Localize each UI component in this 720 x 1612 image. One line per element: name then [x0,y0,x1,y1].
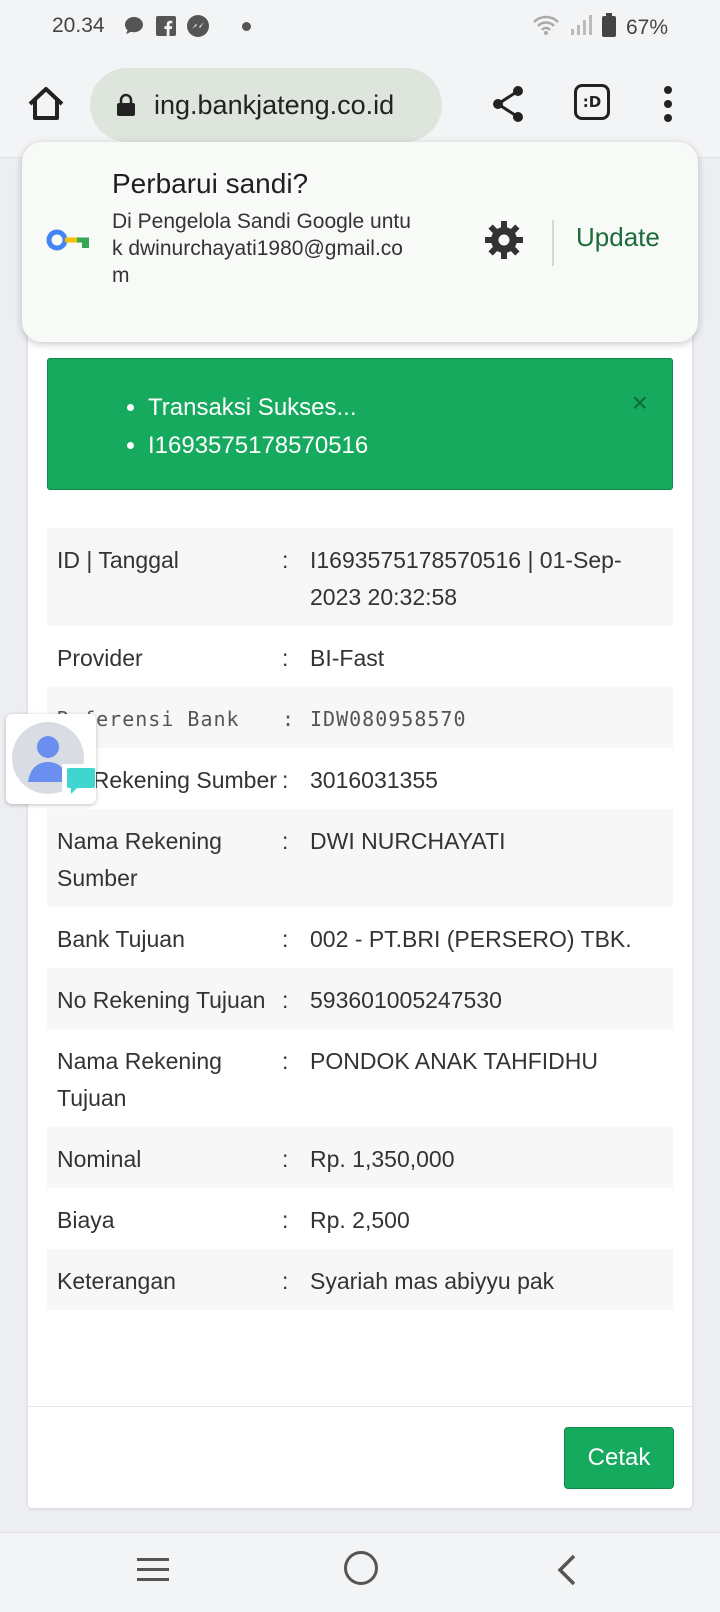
row-label: Provider [57,645,143,671]
table-row: Keterangan : Syariah mas abiyyu pak [47,1249,673,1310]
row-value: 002 - PT.BRI (PERSERO) TBK. [310,926,632,952]
row-colon: : [282,1146,289,1172]
message-icon [122,14,146,38]
prompt-description: Di Pengelola Sandi Google untuk dwinurch… [112,210,411,287]
row-label: Biaya [57,1207,115,1233]
row-colon: : [282,828,289,854]
status-time: 20.34 [52,14,105,37]
success-alert: Transaksi Sukses... I1693575178570516 × [47,358,673,490]
alert-item: I1693575178570516 [148,427,368,465]
tab-switcher-button[interactable]: :D [574,84,610,120]
alert-list: Transaksi Sukses... I1693575178570516 [148,389,368,465]
row-label: Nominal [57,1146,142,1172]
back-icon[interactable] [552,1553,582,1587]
battery-percent: 67% [625,15,668,39]
transaction-details-table: ID | Tanggal : I1693575178570516 | 01-Se… [47,528,673,1310]
table-row: No Rekening Tujuan : 593601005247530 [47,968,673,1029]
row-colon: : [282,767,289,793]
system-navigation-bar [0,1532,720,1612]
row-label: No Rekening Tujuan [57,987,266,1013]
print-button[interactable]: Cetak [564,1427,674,1489]
menu-icon[interactable] [656,82,680,126]
card-footer-divider [28,1406,692,1407]
table-row: Nominal : Rp. 1,350,000 [47,1127,673,1188]
table-row: ID | Tanggal : I1693575178570516 | 01-Se… [47,528,673,626]
notification-dot [242,22,251,31]
status-bar: 20.34 67% [0,0,720,52]
row-value: IDW080958570 [310,707,467,731]
table-row: Referensi Bank : IDW080958570 [47,687,673,748]
table-row: Bank Tujuan : 002 - PT.BRI (PERSERO) TBK… [47,907,673,968]
signal-icon [570,14,592,41]
table-row: Biaya : Rp. 2,500 [47,1188,673,1249]
facebook-icon [154,14,178,38]
battery-icon [601,13,616,42]
row-label: Nama Rekening Sumber [57,828,222,891]
alert-item: Transaksi Sukses... [148,389,368,427]
row-colon: : [282,547,289,573]
url-text: ing.bankjateng.co.id [154,89,395,120]
row-label: Bank Tujuan [57,926,185,952]
row-colon: : [282,987,289,1013]
row-value: Syariah mas abiyyu pak [310,1268,555,1294]
home-nav-icon[interactable] [344,1551,378,1585]
row-colon: : [282,1207,289,1233]
row-colon: : [282,1048,289,1074]
wifi-icon [532,14,560,41]
row-label: Keterangan [57,1268,176,1294]
row-value: 3016031355 [310,767,438,793]
recent-apps-icon[interactable] [136,1555,170,1585]
row-label: Nama Rekening Tujuan [57,1048,222,1111]
row-colon: : [282,1268,289,1294]
settings-gear-icon[interactable] [484,220,524,260]
row-label: ID | Tanggal [57,547,179,573]
row-value: Rp. 1,350,000 [310,1146,455,1172]
share-icon[interactable] [490,84,526,124]
table-row: Provider : BI-Fast [47,626,673,687]
row-colon: : [282,645,289,671]
lock-icon [116,93,136,117]
table-row: No Rekening Sumber : 3016031355 [47,748,673,809]
notification-icons [122,14,210,38]
prompt-title: Perbarui sandi? [112,168,309,199]
table-row: Nama Rekening Sumber : DWI NURCHAYATI [47,809,673,907]
prompt-divider [552,220,554,266]
row-colon: : [282,707,296,731]
row-value: DWI NURCHAYATI [310,828,506,854]
row-value: 593601005247530 [310,987,502,1013]
row-value: BI-Fast [310,645,385,671]
chat-bubble-avatar[interactable] [6,714,96,804]
row-value: I1693575178570516 | 01-Sep-2023 20:32:58 [310,547,622,610]
close-icon[interactable]: × [632,387,648,419]
update-button[interactable]: Update [576,222,660,253]
row-value: Rp. 2,500 [310,1207,410,1233]
address-bar[interactable]: ing.bankjateng.co.id [90,68,442,142]
password-update-prompt: Perbarui sandi? Di Pengelola Sandi Googl… [22,142,698,342]
home-icon[interactable] [24,82,68,126]
row-colon: : [282,926,289,952]
key-icon [46,228,90,252]
table-row: Nama Rekening Tujuan : PONDOK ANAK TAHFI… [47,1029,673,1127]
messenger-icon [186,14,210,38]
row-value: PONDOK ANAK TAHFIDHU [310,1048,598,1074]
system-icons: 67% [532,13,668,42]
